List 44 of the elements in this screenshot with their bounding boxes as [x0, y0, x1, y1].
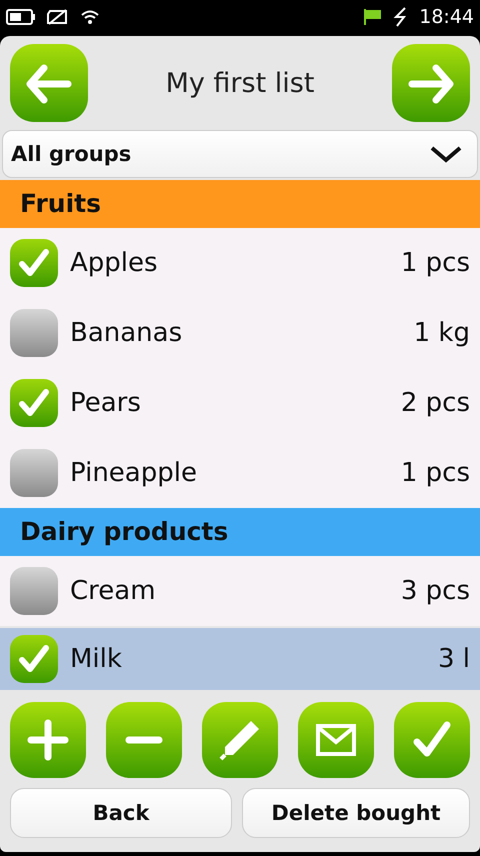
item-name: Apples: [70, 248, 159, 278]
group-dropdown[interactable]: All groups: [2, 130, 478, 178]
back-button[interactable]: Back: [10, 788, 232, 838]
checkbox[interactable]: [10, 635, 58, 683]
checkbox[interactable]: [10, 309, 58, 357]
checkbox[interactable]: [10, 567, 58, 615]
mail-button[interactable]: [298, 702, 374, 778]
done-button[interactable]: [394, 702, 470, 778]
group-header: Fruits: [0, 180, 480, 228]
next-button[interactable]: [392, 44, 470, 122]
item-amount: 1 pcs: [400, 458, 470, 488]
list-row[interactable]: Apples 1 pcs: [0, 228, 480, 298]
item-amount: 1 kg: [414, 318, 470, 348]
item-amount: 2 pcs: [400, 388, 470, 418]
minus-icon: [125, 736, 163, 744]
previous-button[interactable]: [10, 44, 88, 122]
item-name: Milk: [70, 644, 123, 674]
item-name: Pineapple: [70, 458, 198, 488]
add-button[interactable]: [10, 702, 86, 778]
edit-button[interactable]: [202, 702, 278, 778]
list-row[interactable]: Pineapple 1 pcs: [0, 438, 480, 508]
battery-icon: [6, 9, 36, 25]
item-amount: 3 pcs: [400, 576, 470, 606]
item-name: Bananas: [70, 318, 184, 348]
item-amount: 3 l: [438, 644, 470, 674]
chevron-down-icon: [429, 144, 463, 164]
delete-bought-button[interactable]: Delete bought: [242, 788, 470, 838]
list-title: My first list: [166, 68, 314, 98]
remove-button[interactable]: [106, 702, 182, 778]
group-header: Dairy products: [0, 508, 480, 556]
list-row[interactable]: Pears 2 pcs: [0, 368, 480, 438]
clock-time: 18:44: [419, 6, 474, 28]
item-name: Cream: [70, 576, 157, 606]
list-row[interactable]: Cream 3 pcs: [0, 556, 480, 626]
list-row[interactable]: Milk 3 l: [0, 628, 480, 690]
flag-icon: [363, 8, 384, 26]
checkbox[interactable]: [10, 449, 58, 497]
checkbox[interactable]: [10, 379, 58, 427]
sim-card-icon: [46, 8, 70, 26]
wifi-icon: [80, 9, 100, 25]
item-name: Pears: [70, 388, 142, 418]
item-amount: 1 pcs: [400, 248, 470, 278]
checkbox[interactable]: [10, 239, 58, 287]
list-row[interactable]: Bananas 1 kg: [0, 298, 480, 368]
